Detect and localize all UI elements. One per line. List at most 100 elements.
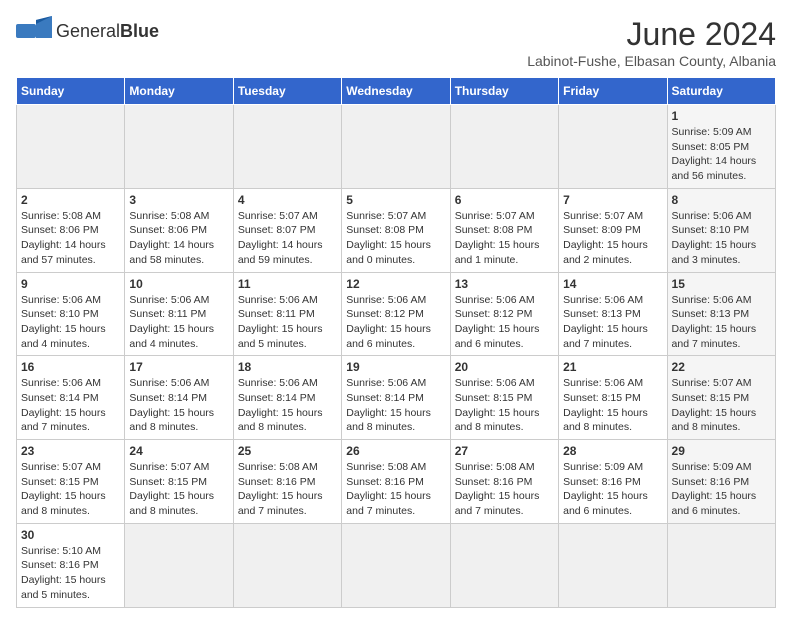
calendar-cell: 11 Sunrise: 5:06 AM Sunset: 8:11 PM Dayli…	[233, 272, 341, 356]
calendar-cell	[342, 523, 450, 607]
day-number: 29	[672, 444, 771, 458]
calendar-cell	[342, 105, 450, 189]
day-number: 12	[346, 277, 445, 291]
calendar-cell	[233, 523, 341, 607]
day-info: Sunrise: 5:07 AM Sunset: 8:07 PM Dayligh…	[238, 209, 337, 268]
calendar-cell: 2 Sunrise: 5:08 AM Sunset: 8:06 PM Daylig…	[17, 188, 125, 272]
day-number: 20	[455, 360, 554, 374]
day-info: Sunrise: 5:06 AM Sunset: 8:10 PM Dayligh…	[21, 293, 120, 352]
day-number: 16	[21, 360, 120, 374]
generalblue-logo-icon	[16, 16, 52, 46]
calendar-table: SundayMondayTuesdayWednesdayThursdayFrid…	[16, 77, 776, 608]
day-info: Sunrise: 5:06 AM Sunset: 8:11 PM Dayligh…	[129, 293, 228, 352]
day-number: 19	[346, 360, 445, 374]
day-number: 8	[672, 193, 771, 207]
day-info: Sunrise: 5:07 AM Sunset: 8:09 PM Dayligh…	[563, 209, 662, 268]
day-info: Sunrise: 5:08 AM Sunset: 8:06 PM Dayligh…	[129, 209, 228, 268]
calendar-cell: 6 Sunrise: 5:07 AM Sunset: 8:08 PM Daylig…	[450, 188, 558, 272]
logo-text: GeneralBlue	[56, 21, 159, 42]
day-info: Sunrise: 5:08 AM Sunset: 8:06 PM Dayligh…	[21, 209, 120, 268]
day-number: 6	[455, 193, 554, 207]
day-number: 2	[21, 193, 120, 207]
weekday-header-thursday: Thursday	[450, 78, 558, 105]
calendar-cell: 8 Sunrise: 5:06 AM Sunset: 8:10 PM Daylig…	[667, 188, 775, 272]
calendar-cell	[125, 105, 233, 189]
calendar-cell: 15Sunrise: 5:06 AM Sunset: 8:13 PM Dayli…	[667, 272, 775, 356]
day-number: 28	[563, 444, 662, 458]
day-number: 1	[672, 109, 771, 123]
day-info: Sunrise: 5:07 AM Sunset: 8:15 PM Dayligh…	[21, 460, 120, 519]
day-number: 27	[455, 444, 554, 458]
calendar-cell: 29 Sunrise: 5:09 AM Sunset: 8:16 PM Dayli…	[667, 440, 775, 524]
logo-bold: Blue	[120, 21, 159, 41]
calendar-cell: 3 Sunrise: 5:08 AM Sunset: 8:06 PM Daylig…	[125, 188, 233, 272]
day-info: Sunrise: 5:09 AM Sunset: 8:16 PM Dayligh…	[672, 460, 771, 519]
calendar-cell: 12 Sunrise: 5:06 AM Sunset: 8:12 PM Dayli…	[342, 272, 450, 356]
day-number: 17	[129, 360, 228, 374]
calendar-cell: 13 Sunrise: 5:06 AM Sunset: 8:12 PM Dayli…	[450, 272, 558, 356]
day-number: 21	[563, 360, 662, 374]
day-info: Sunrise: 5:06 AM Sunset: 8:11 PM Dayligh…	[238, 293, 337, 352]
calendar-cell: 10Sunrise: 5:06 AM Sunset: 8:11 PM Dayli…	[125, 272, 233, 356]
calendar-cell: 4 Sunrise: 5:07 AM Sunset: 8:07 PM Daylig…	[233, 188, 341, 272]
weekday-header-sunday: Sunday	[17, 78, 125, 105]
calendar-cell: 1Sunrise: 5:09 AM Sunset: 8:05 PM Daylig…	[667, 105, 775, 189]
day-info: Sunrise: 5:06 AM Sunset: 8:14 PM Dayligh…	[346, 376, 445, 435]
day-info: Sunrise: 5:06 AM Sunset: 8:14 PM Dayligh…	[21, 376, 120, 435]
day-number: 3	[129, 193, 228, 207]
calendar-cell: 18 Sunrise: 5:06 AM Sunset: 8:14 PM Dayli…	[233, 356, 341, 440]
day-number: 15	[672, 277, 771, 291]
day-info: Sunrise: 5:08 AM Sunset: 8:16 PM Dayligh…	[238, 460, 337, 519]
calendar-cell: 17 Sunrise: 5:06 AM Sunset: 8:14 PM Dayli…	[125, 356, 233, 440]
calendar-cell: 19 Sunrise: 5:06 AM Sunset: 8:14 PM Dayli…	[342, 356, 450, 440]
location-subtitle: Labinot-Fushe, Elbasan County, Albania	[527, 53, 776, 69]
day-info: Sunrise: 5:06 AM Sunset: 8:12 PM Dayligh…	[455, 293, 554, 352]
weekday-header-row: SundayMondayTuesdayWednesdayThursdayFrid…	[17, 78, 776, 105]
day-info: Sunrise: 5:08 AM Sunset: 8:16 PM Dayligh…	[455, 460, 554, 519]
calendar-row: 2 Sunrise: 5:08 AM Sunset: 8:06 PM Daylig…	[17, 188, 776, 272]
day-number: 18	[238, 360, 337, 374]
calendar-cell: 23 Sunrise: 5:07 AM Sunset: 8:15 PM Dayli…	[17, 440, 125, 524]
weekday-header-tuesday: Tuesday	[233, 78, 341, 105]
calendar-cell	[559, 523, 667, 607]
day-info: Sunrise: 5:06 AM Sunset: 8:15 PM Dayligh…	[455, 376, 554, 435]
day-info: Sunrise: 5:09 AM Sunset: 8:16 PM Dayligh…	[563, 460, 662, 519]
calendar-cell	[450, 523, 558, 607]
day-info: Sunrise: 5:06 AM Sunset: 8:14 PM Dayligh…	[238, 376, 337, 435]
weekday-header-monday: Monday	[125, 78, 233, 105]
calendar-row: 9Sunrise: 5:06 AM Sunset: 8:10 PM Daylig…	[17, 272, 776, 356]
day-number: 5	[346, 193, 445, 207]
header: GeneralBlue June 2024 Labinot-Fushe, Elb…	[16, 16, 776, 69]
day-number: 7	[563, 193, 662, 207]
logo: GeneralBlue	[16, 16, 159, 46]
day-number: 11	[238, 277, 337, 291]
calendar-row: 23 Sunrise: 5:07 AM Sunset: 8:15 PM Dayli…	[17, 440, 776, 524]
calendar-cell: 25Sunrise: 5:08 AM Sunset: 8:16 PM Dayli…	[233, 440, 341, 524]
calendar-cell: 16 Sunrise: 5:06 AM Sunset: 8:14 PM Dayli…	[17, 356, 125, 440]
calendar-cell: 22 Sunrise: 5:07 AM Sunset: 8:15 PM Dayli…	[667, 356, 775, 440]
day-number: 23	[21, 444, 120, 458]
day-info: Sunrise: 5:07 AM Sunset: 8:08 PM Dayligh…	[455, 209, 554, 268]
calendar-cell: 30 Sunrise: 5:10 AM Sunset: 8:16 PM Dayli…	[17, 523, 125, 607]
day-info: Sunrise: 5:07 AM Sunset: 8:15 PM Dayligh…	[129, 460, 228, 519]
calendar-cell: 21Sunrise: 5:06 AM Sunset: 8:15 PM Dayli…	[559, 356, 667, 440]
day-info: Sunrise: 5:06 AM Sunset: 8:10 PM Dayligh…	[672, 209, 771, 268]
day-number: 13	[455, 277, 554, 291]
calendar-cell: 7 Sunrise: 5:07 AM Sunset: 8:09 PM Daylig…	[559, 188, 667, 272]
day-info: Sunrise: 5:07 AM Sunset: 8:15 PM Dayligh…	[672, 376, 771, 435]
calendar-cell: 28 Sunrise: 5:09 AM Sunset: 8:16 PM Dayli…	[559, 440, 667, 524]
day-info: Sunrise: 5:08 AM Sunset: 8:16 PM Dayligh…	[346, 460, 445, 519]
day-info: Sunrise: 5:06 AM Sunset: 8:14 PM Dayligh…	[129, 376, 228, 435]
day-number: 30	[21, 528, 120, 542]
day-info: Sunrise: 5:06 AM Sunset: 8:12 PM Dayligh…	[346, 293, 445, 352]
calendar-cell: 24Sunrise: 5:07 AM Sunset: 8:15 PM Dayli…	[125, 440, 233, 524]
calendar-cell: 20 Sunrise: 5:06 AM Sunset: 8:15 PM Dayli…	[450, 356, 558, 440]
day-info: Sunrise: 5:10 AM Sunset: 8:16 PM Dayligh…	[21, 544, 120, 603]
weekday-header-saturday: Saturday	[667, 78, 775, 105]
calendar-cell	[559, 105, 667, 189]
day-number: 22	[672, 360, 771, 374]
calendar-row: 16 Sunrise: 5:06 AM Sunset: 8:14 PM Dayli…	[17, 356, 776, 440]
day-number: 14	[563, 277, 662, 291]
day-number: 4	[238, 193, 337, 207]
weekday-header-wednesday: Wednesday	[342, 78, 450, 105]
